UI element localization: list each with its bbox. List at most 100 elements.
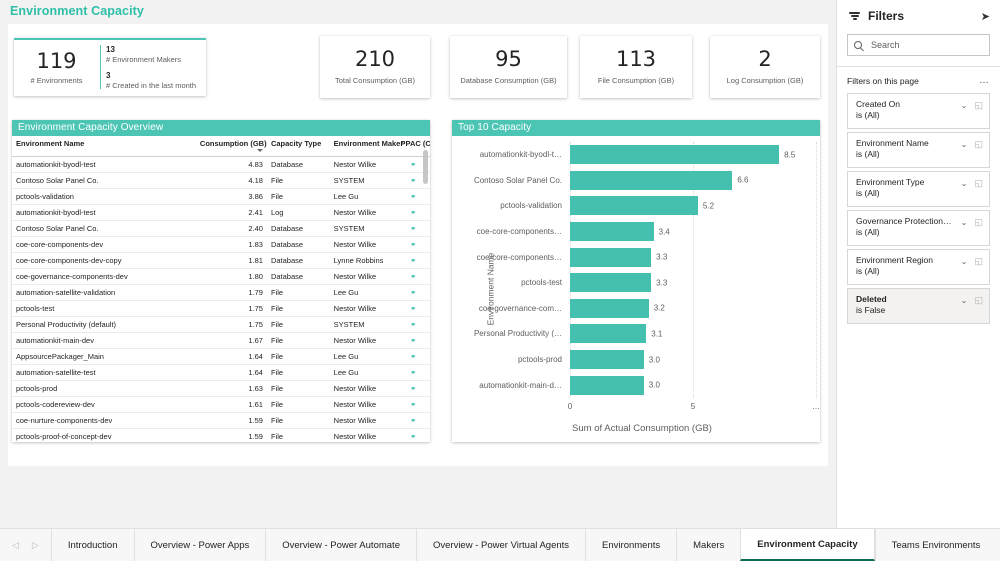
clear-filter-icon[interactable]: ◱ — [974, 100, 983, 111]
table-scrollbar-thumb[interactable] — [423, 150, 428, 184]
chart-bar[interactable]: 3.1 — [570, 324, 662, 344]
chart-bar-row[interactable]: 6.6 — [570, 168, 816, 194]
table-row[interactable]: coe-nurture-components-dev 1.59 File Nestor… — [12, 412, 430, 429]
chevron-down-icon[interactable]: ⌄ — [961, 218, 968, 227]
chart-bar-row[interactable]: 3.0 — [570, 347, 816, 373]
kpi-database-consumption-card[interactable]: 95 Database Consumption (GB) — [450, 36, 567, 98]
link-icon[interactable]: ⚭ — [410, 353, 417, 361]
link-icon[interactable]: ⚭ — [410, 225, 417, 233]
chart-bar-row[interactable]: 3.2 — [570, 296, 816, 322]
table-row[interactable]: pctools-codereview-dev 1.61 File Nestor Wil… — [12, 396, 430, 413]
previous-page-icon[interactable]: ◁ — [12, 540, 19, 551]
table-row[interactable]: coe-governance-components-dev 1.80 Databas… — [12, 268, 430, 285]
column-header-environment-name[interactable]: Environment Name — [12, 136, 196, 157]
link-icon[interactable]: ⚭ — [410, 337, 417, 345]
page-tab[interactable]: Overview - Power Automate — [265, 529, 416, 561]
page-tab[interactable]: Overview - Power Virtual Agents — [415, 529, 586, 561]
table-row[interactable]: pctools-test 1.75 File Nestor Wilke ⚭ — [12, 300, 430, 317]
chart-bar[interactable]: 3.3 — [570, 273, 667, 293]
chart-category-label: pctools-test — [521, 278, 562, 288]
link-icon[interactable]: ⚭ — [410, 385, 417, 393]
page-tab[interactable]: Overview - Power Apps — [133, 529, 266, 561]
chart-bar[interactable]: 8.5 — [570, 145, 795, 165]
chart-bar-row[interactable]: 3.4 — [570, 219, 816, 245]
chevron-down-icon[interactable]: ⌄ — [961, 140, 968, 149]
link-icon[interactable]: ⚭ — [410, 289, 417, 297]
table-row[interactable]: automationkit-byodl-test 4.83 Database Nest… — [12, 156, 430, 173]
link-icon[interactable]: ⚭ — [410, 305, 417, 313]
chevron-down-icon[interactable]: ⌄ — [961, 179, 968, 188]
table-scrollbar[interactable] — [423, 150, 428, 442]
link-icon[interactable]: ⚭ — [410, 369, 417, 377]
chart-bar[interactable]: 5.2 — [570, 196, 714, 216]
kpi-file-consumption-card[interactable]: 113 File Consumption (GB) — [580, 36, 692, 98]
table-scroll-area[interactable]: Environment Name Consumption (GB) Capaci… — [12, 136, 430, 442]
page-tab[interactable]: Environment Capacity — [740, 529, 875, 561]
chart-bar[interactable]: 3.0 — [570, 350, 660, 370]
chevron-down-icon[interactable]: ⌄ — [961, 101, 968, 110]
column-header-environment-maker[interactable]: Environment Maker — [329, 136, 403, 157]
table-row[interactable]: pctools-prod 1.63 File Nestor Wilke ⚭ — [12, 380, 430, 397]
table-row[interactable]: Contoso Solar Panel Co. 4.18 File SYSTEM ⚭ — [12, 172, 430, 189]
link-icon[interactable]: ⚭ — [410, 273, 417, 281]
table-row[interactable]: automation-satellite-test 1.64 File Lee Gu ⚭ — [12, 364, 430, 381]
page-tab[interactable]: Environments — [585, 529, 677, 561]
filter-card[interactable]: Deleted is False ⌄ ◱ — [847, 287, 990, 324]
page-tab[interactable]: Teams Environments — [874, 529, 997, 561]
table-row[interactable]: coe-core-components-dev-copy 1.81 Database… — [12, 252, 430, 269]
column-header-capacity-type[interactable]: Capacity Type — [266, 136, 330, 157]
table-row[interactable]: pctools-validation 3.86 File Lee Gu ⚭ — [12, 188, 430, 205]
chart-bar-row[interactable]: 5.2 — [570, 193, 816, 219]
page-tab[interactable]: Introduction — [50, 529, 134, 561]
filter-card[interactable]: Created On is (All) ⌄ ◱ — [847, 93, 990, 129]
chart-bar[interactable]: 3.3 — [570, 247, 667, 267]
link-icon[interactable]: ⚭ — [410, 401, 417, 409]
link-icon[interactable]: ⚭ — [410, 209, 417, 217]
table-row[interactable]: Contoso Solar Panel Co. 2.40 Database SYSTE… — [12, 220, 430, 237]
filters-more-options-icon[interactable]: … — [979, 75, 990, 86]
chart-bar-row[interactable]: 3.0 — [570, 372, 816, 398]
link-icon[interactable]: ⚭ — [410, 257, 417, 265]
clear-filter-icon[interactable]: ◱ — [974, 139, 983, 150]
clear-filter-icon[interactable]: ◱ — [974, 178, 983, 189]
kpi-total-consumption-card[interactable]: 210 Total Consumption (GB) — [320, 36, 430, 98]
chart-bar-row[interactable]: 8.5 — [570, 142, 816, 168]
table-row[interactable]: automationkit-byodl-test 2.41 Log Nestor Wi… — [12, 204, 430, 221]
collapse-filters-icon[interactable]: ➤ — [981, 10, 990, 23]
chart-bar-row[interactable]: 3.3 — [570, 270, 816, 296]
table-row[interactable]: automation-satellite-validation 1.79 File L… — [12, 284, 430, 301]
link-icon[interactable]: ⚭ — [410, 241, 417, 249]
chart-bar[interactable]: 3.2 — [570, 298, 665, 318]
filter-card[interactable]: Environment Name is (All) ⌄ ◱ — [847, 131, 990, 168]
next-page-icon[interactable]: ▷ — [32, 540, 39, 551]
chart-bar-row[interactable]: 3.1 — [570, 321, 816, 347]
chart-bar[interactable]: 3.0 — [570, 375, 660, 395]
filter-card[interactable]: Environment Type is (All) ⌄ ◱ — [847, 170, 990, 207]
link-icon[interactable]: ⚭ — [410, 161, 417, 169]
chevron-down-icon[interactable]: ⌄ — [961, 257, 968, 266]
table-row[interactable]: coe-core-components-dev 1.83 Database Nesto… — [12, 236, 430, 253]
chevron-down-icon[interactable]: ⌄ — [961, 296, 968, 305]
link-icon[interactable]: ⚭ — [410, 193, 417, 201]
link-icon[interactable]: ⚭ — [410, 417, 417, 425]
clear-filter-icon[interactable]: ◱ — [974, 295, 983, 306]
column-header-consumption[interactable]: Consumption (GB) — [195, 136, 267, 157]
clear-filter-icon[interactable]: ◱ — [974, 217, 983, 228]
link-icon[interactable]: ⚭ — [410, 433, 417, 441]
chart-bar[interactable]: 6.6 — [570, 170, 748, 190]
filter-card[interactable]: Governance Protection… is (All) ⌄ ◱ — [847, 209, 990, 246]
chart-bar[interactable]: 3.4 — [570, 222, 670, 242]
chart-bar-row[interactable]: 3.3 — [570, 244, 816, 270]
page-tab[interactable]: Makers — [676, 529, 741, 561]
clear-filter-icon[interactable]: ◱ — [974, 256, 983, 267]
link-icon[interactable]: ⚭ — [410, 177, 417, 185]
kpi-log-consumption-card[interactable]: 2 Log Consumption (GB) — [710, 36, 820, 98]
filters-search-box[interactable]: Search — [847, 34, 990, 56]
kpi-environments-card[interactable]: 119 # Environments 13 # Environment Make… — [14, 38, 206, 96]
table-row[interactable]: pctools-proof-of-concept-dev 1.59 File Nest… — [12, 428, 430, 442]
table-row[interactable]: AppsourcePackager_Main 1.64 File Lee Gu ⚭ — [12, 348, 430, 365]
table-row[interactable]: automationkit-main-dev 1.67 File Nestor Wil… — [12, 332, 430, 349]
table-row[interactable]: Personal Productivity (default) 1.75 File S… — [12, 316, 430, 333]
link-icon[interactable]: ⚭ — [410, 321, 417, 329]
filter-card[interactable]: Environment Region is (All) ⌄ ◱ — [847, 248, 990, 285]
